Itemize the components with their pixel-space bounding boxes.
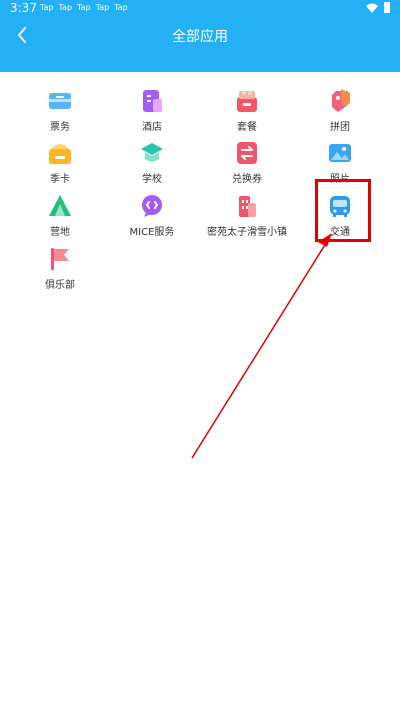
notification-tap: Tap (95, 3, 110, 12)
app-label: 季卡 (50, 174, 70, 185)
app-item-school[interactable]: 学校 (107, 141, 197, 189)
app-label: 拼团 (330, 122, 350, 133)
battery-icon (384, 2, 390, 13)
app-header: 3:37 Tap Tap Tap Tap Tap 全部应用 (0, 0, 400, 72)
app-item-mice-service[interactable]: MICE服务 (107, 194, 197, 242)
notification-icons: Tap Tap Tap Tap Tap (40, 3, 133, 12)
status-time: 3:37 (10, 1, 37, 15)
app-label: 票务 (50, 122, 70, 133)
season-card-icon (49, 144, 71, 164)
app-item-camp[interactable]: 营地 (15, 194, 105, 242)
notification-tap: Tap (114, 3, 128, 12)
package-icon (237, 91, 257, 112)
app-label: 套餐 (237, 122, 257, 133)
app-item-club[interactable]: 俱乐部 (15, 247, 105, 295)
voucher-icon (237, 142, 257, 164)
highlight-box (315, 179, 371, 242)
app-label: 学校 (142, 174, 162, 185)
hotel-icon (143, 90, 162, 112)
page-title: 全部应用 (172, 29, 228, 45)
app-item-voucher[interactable]: 兑换券 (202, 141, 292, 189)
app-label: MICE服务 (129, 227, 175, 238)
app-label: 兑换券 (232, 174, 262, 185)
app-label: 密苑太子滑雪小镇 (207, 227, 287, 238)
club-flag-icon (51, 248, 69, 270)
photo-icon (329, 144, 351, 162)
notification-tap: Tap (77, 3, 91, 12)
mice-service-icon (142, 195, 162, 217)
app-item-ski-town[interactable]: 密苑太子滑雪小镇 (202, 194, 292, 242)
app-label: 俱乐部 (45, 280, 75, 291)
app-item-season-card[interactable]: 季卡 (15, 141, 105, 189)
app-item-ticket[interactable]: 票务 (15, 89, 105, 137)
ski-town-icon (239, 196, 256, 217)
camp-icon (49, 195, 71, 216)
status-bar: 3:37 Tap Tap Tap Tap Tap (0, 0, 400, 18)
notification-tap: Tap (58, 3, 73, 12)
app-label: 营地 (50, 227, 70, 238)
notification-tap: Tap (40, 3, 54, 12)
app-item-hotel[interactable]: 酒店 (107, 89, 197, 137)
app-item-package[interactable]: 套餐 (202, 89, 292, 137)
app-item-group-buy[interactable]: 拼团 (295, 89, 385, 137)
app-label: 酒店 (142, 122, 162, 133)
ticket-icon (49, 93, 71, 109)
group-buy-icon (332, 89, 350, 112)
wifi-icon (366, 3, 378, 13)
school-icon (141, 143, 163, 162)
